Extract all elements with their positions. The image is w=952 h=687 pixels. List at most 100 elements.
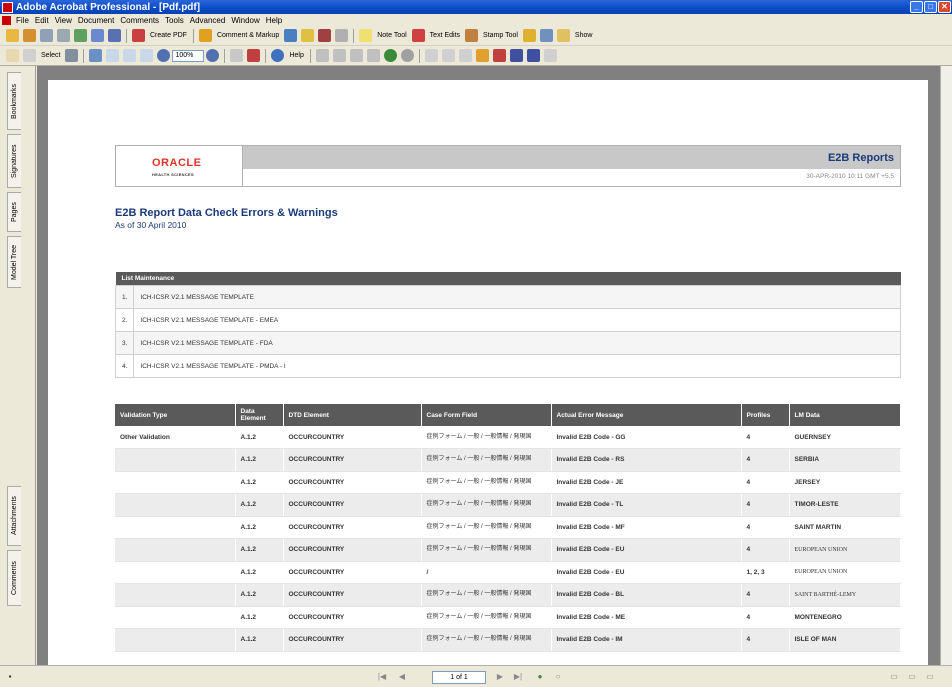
menu-advanced[interactable]: Advanced [187,16,229,25]
next-page-button[interactable]: ▶ [494,671,506,683]
document-view[interactable]: ORACLE HEALTH SCIENCES E2B Reports 30-AP… [37,66,940,665]
snapshot-icon[interactable] [65,49,79,62]
cell-dtd-element: OCCURCOUNTRY [283,471,422,494]
tab-model-tree[interactable]: Model Tree [7,236,21,288]
comment-markup-icon[interactable] [198,29,212,42]
select-button[interactable]: Select [41,52,60,59]
secure-icon[interactable] [301,29,315,42]
maximize-button[interactable]: □ [924,1,937,13]
stamp-tool-button[interactable]: Stamp Tool [483,32,518,39]
cell-lm-data: TIMOR-LESTE [789,493,901,517]
save-icon[interactable] [40,29,53,42]
last-page-icon[interactable] [366,49,380,62]
main-toolbar: Create PDF Comment & Markup Note Tool Te… [0,26,952,46]
open-icon[interactable] [6,29,19,42]
measure-icon[interactable] [543,49,557,62]
first-page-button[interactable]: |◀ [376,671,388,683]
menu-file[interactable]: File [13,16,32,25]
tab-comments[interactable]: Comments [7,550,21,606]
tab-bookmarks[interactable]: Bookmarks [7,72,21,130]
tab-attachments[interactable]: Attachments [7,486,21,546]
zoom-icon[interactable] [89,49,103,62]
forms-icon[interactable] [335,29,349,42]
previous-page-icon[interactable] [332,49,346,62]
hand-icon[interactable] [6,49,19,62]
create-pdf-button[interactable]: Create PDF [150,32,187,39]
create-pdf-icon[interactable] [132,29,145,42]
toolbar-divider [418,48,420,63]
cell-error-message: Invalid E2B Code - RS [551,448,742,472]
menu-document[interactable]: Document [75,16,117,25]
last-page-button[interactable]: ▶| [512,671,524,683]
show-button[interactable]: Show [575,32,593,39]
actual-size-icon[interactable] [106,49,120,62]
touchup-text-icon[interactable] [441,49,455,62]
menu-window[interactable]: Window [228,16,262,25]
cell-dtd-element: OCCURCOUNTRY [283,448,422,472]
search-icon[interactable] [108,29,121,42]
toolbar-divider [224,48,226,63]
cursor-icon[interactable] [424,49,438,62]
link-icon[interactable] [475,49,489,62]
organizer-icon[interactable] [23,29,36,42]
drawing-icon[interactable] [539,29,553,42]
stamp-tool-icon[interactable] [465,29,479,42]
cell-validation-type: Other Validation [115,426,236,449]
review-icon[interactable] [492,49,506,62]
go-forward-button[interactable]: ○ [552,671,564,683]
previous-page-button[interactable]: ◀ [396,671,408,683]
menu-help[interactable]: Help [263,16,285,25]
cell-profiles: 4 [741,583,790,607]
tab-pages[interactable]: Pages [7,192,21,232]
zoom-in-icon[interactable] [206,49,220,62]
single-page-icon[interactable]: ▭ [888,671,900,683]
tab-signatures[interactable]: Signatures [7,134,21,188]
window-titlebar[interactable]: Adobe Acrobat Professional - [Pdf.pdf] _… [0,0,952,14]
page-number-field[interactable]: 1 of 1 [432,671,486,684]
note-tool-icon[interactable] [359,29,373,42]
facing-icon[interactable]: ▭ [924,671,936,683]
toolbar-divider [309,48,311,63]
next-page-icon[interactable] [349,49,363,62]
go-back-button[interactable]: ● [534,671,546,683]
cell-lm-data: JERSEY [789,471,901,494]
cell-case-form-field: / [421,561,552,584]
vertical-scrollbar[interactable] [940,66,952,665]
fit-page-icon[interactable] [123,49,137,62]
note-tool-button[interactable]: Note Tool [377,32,406,39]
attach-icon[interactable] [74,29,87,42]
text-edits-icon[interactable] [411,29,425,42]
touchup-object-icon[interactable] [458,49,472,62]
select-icon[interactable] [23,49,36,62]
zoom-out-icon[interactable] [157,49,171,62]
email-icon[interactable] [91,29,104,42]
menu-view[interactable]: View [52,16,75,25]
next-view-icon[interactable] [400,49,414,62]
minimize-button[interactable]: _ [910,1,923,13]
text-edits-button[interactable]: Text Edits [430,32,460,39]
close-button[interactable]: ✕ [938,1,951,13]
menu-tools[interactable]: Tools [162,16,187,25]
yahoo-icon[interactable] [247,49,261,62]
menu-comments[interactable]: Comments [117,16,162,25]
list-item: 2. ICH-ICSR V2.1 MESSAGE TEMPLATE - EMEA [114,308,901,332]
first-page-icon[interactable] [315,49,329,62]
article-icon[interactable] [526,49,540,62]
comment-markup-button[interactable]: Comment & Markup [217,32,279,39]
crop-icon[interactable] [509,49,523,62]
help-button[interactable]: Help [289,52,303,59]
zoom-level-field[interactable]: 100% [172,49,205,62]
cell-lm-data: SERBIA [789,448,901,472]
fit-width-icon[interactable] [140,49,154,62]
previous-view-icon[interactable] [383,49,397,62]
help-icon[interactable] [271,49,285,62]
print-icon[interactable] [57,29,70,42]
cell-dtd-element: OCCURCOUNTRY [283,538,422,562]
combine-icon[interactable] [284,29,298,42]
continuous-icon[interactable]: ▭ [906,671,918,683]
menu-edit[interactable]: Edit [32,16,52,25]
rotate-icon[interactable] [230,49,244,62]
show-icon[interactable] [556,29,570,42]
highlight-icon[interactable] [522,29,536,42]
sign-icon[interactable] [318,29,332,42]
